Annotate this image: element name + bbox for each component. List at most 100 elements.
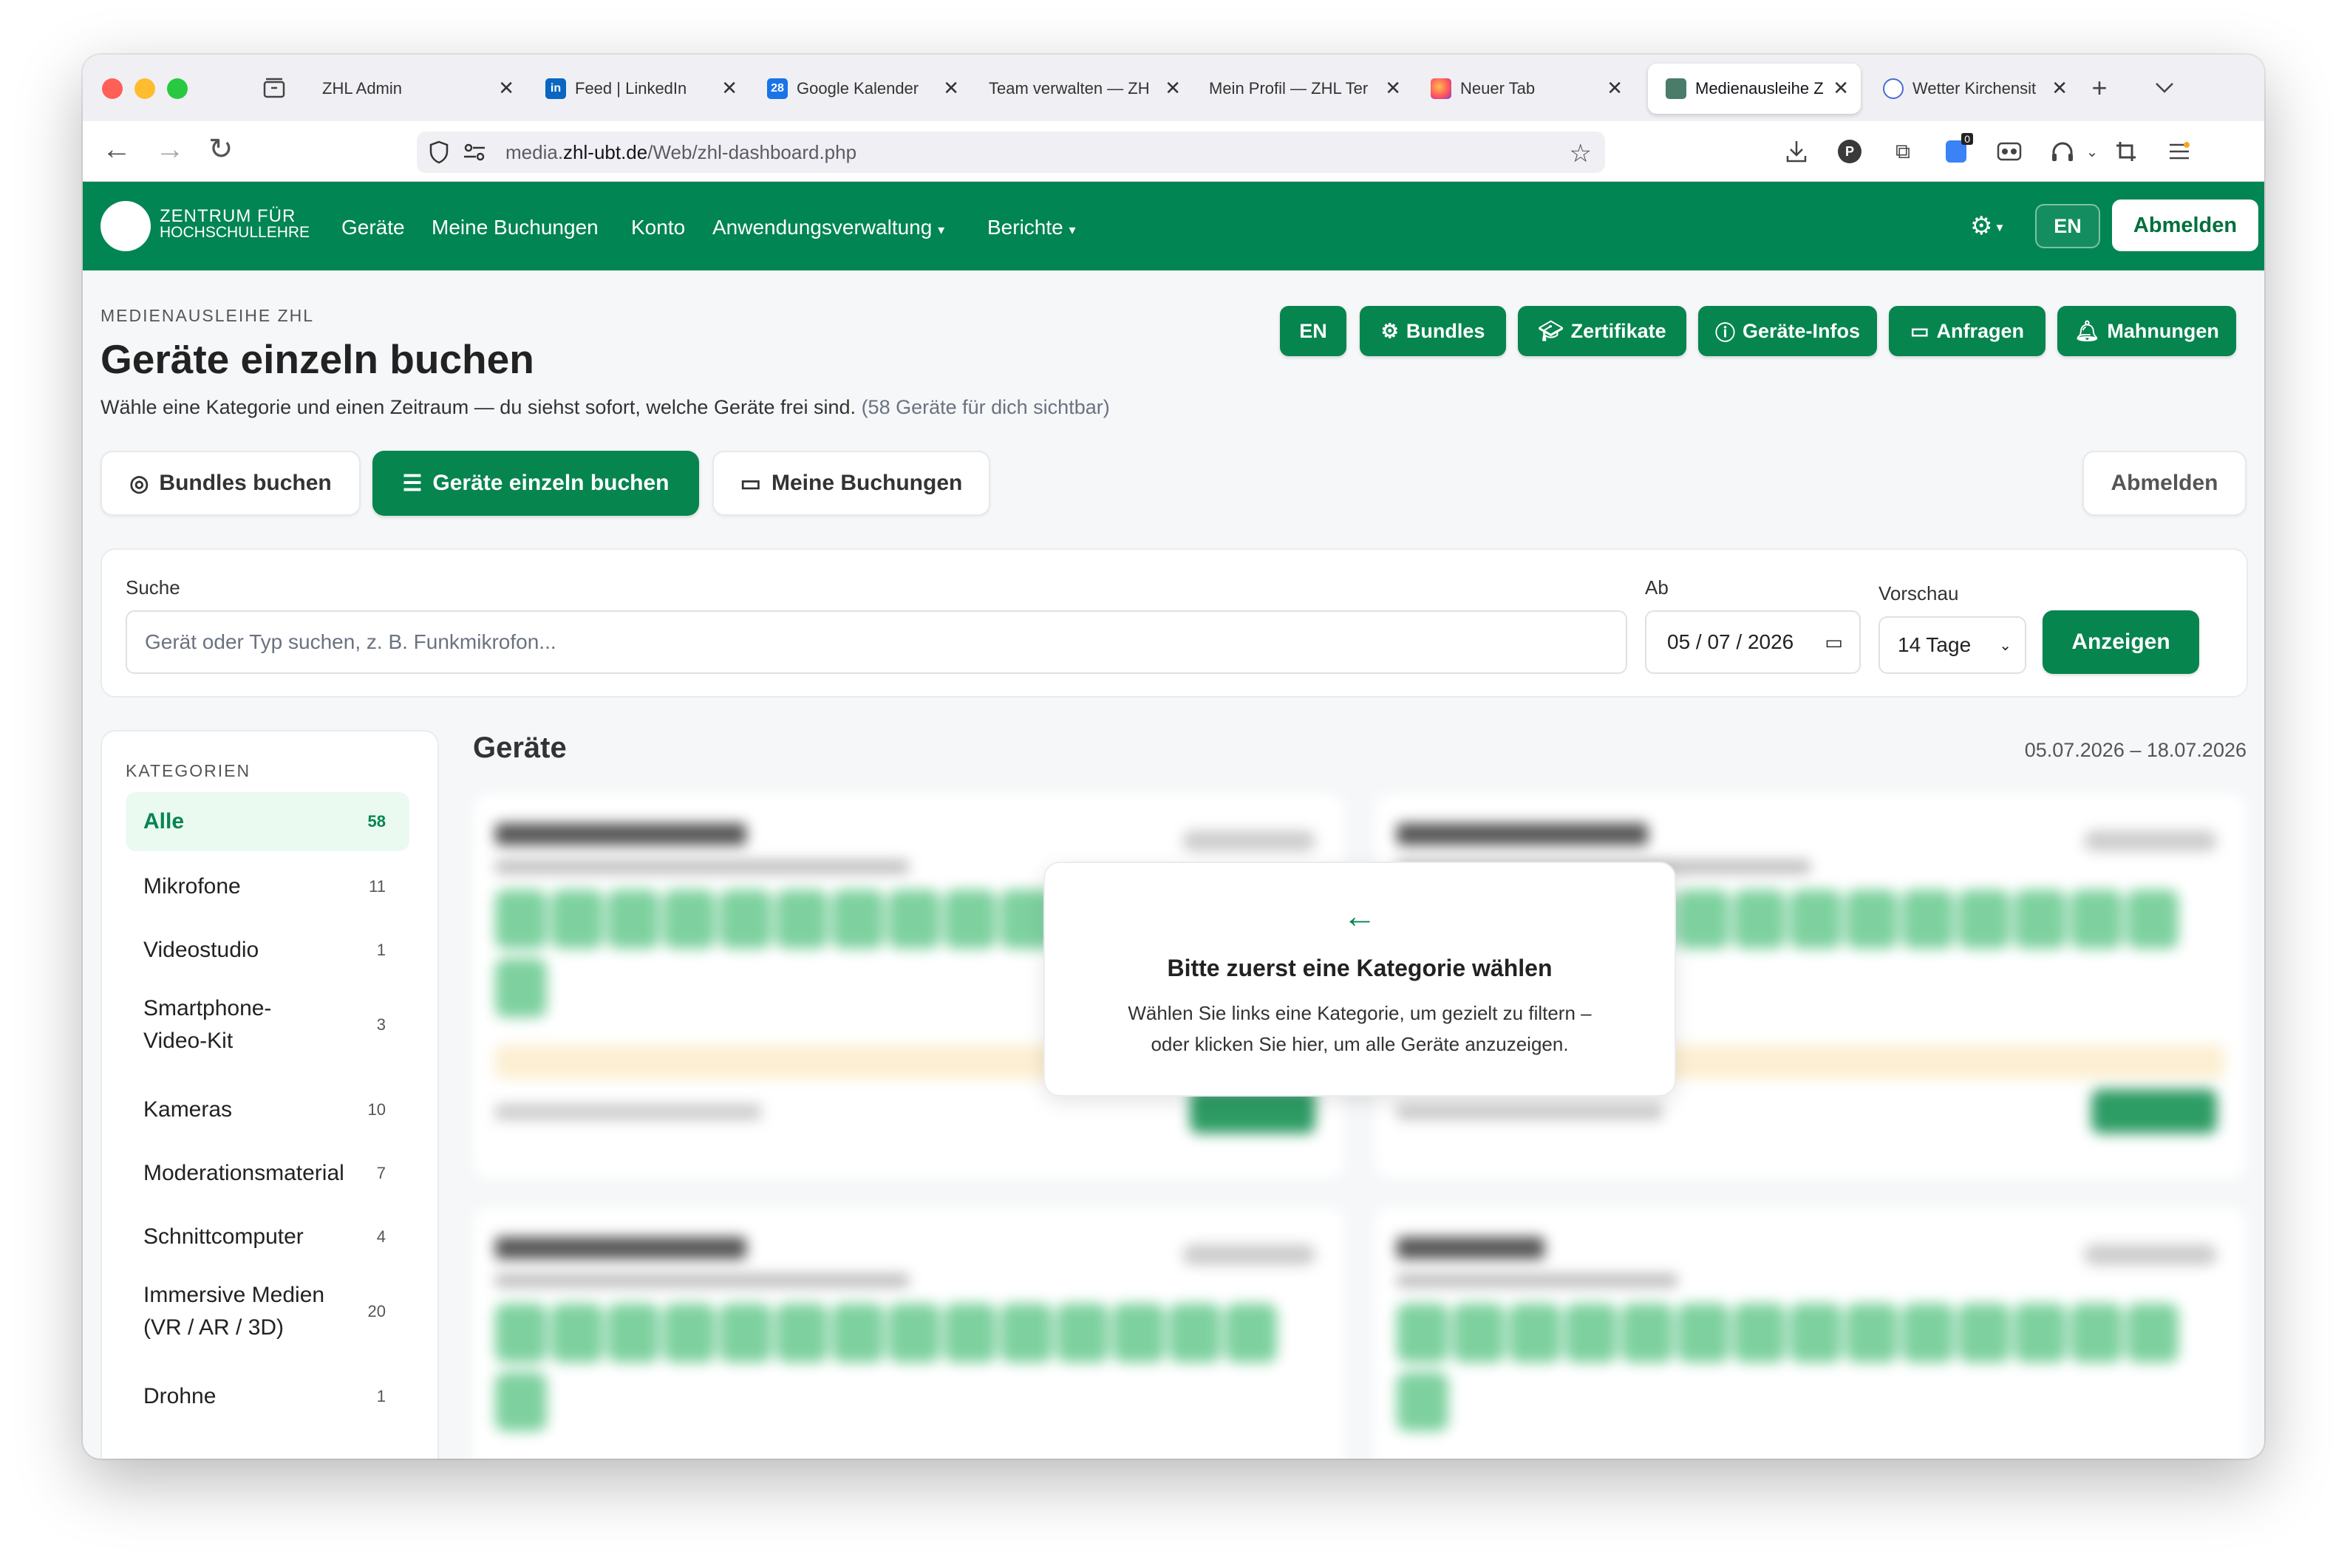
language-button[interactable]: EN: [1280, 306, 1346, 356]
tab-bar: ZHL Admin ✕ in Feed | LinkedIn ✕ 28 Goog…: [83, 55, 2264, 121]
category-name-line-2: (VR / AR / 3D): [143, 1315, 285, 1340]
close-tab-icon[interactable]: ✕: [1607, 77, 1623, 100]
nav-anwendungsverwaltung[interactable]: Anwendungsverwaltung ▾: [712, 216, 944, 239]
category-mikrofone[interactable]: Mikrofone 11: [126, 857, 409, 916]
language-toggle[interactable]: EN: [2035, 204, 2100, 248]
tab-title: Wetter Kirchensit: [1912, 79, 2037, 98]
mode-bundles-button[interactable]: ◎ Bundles buchen: [101, 451, 361, 516]
minimize-window-button[interactable]: [134, 78, 155, 99]
reminders-button[interactable]: 🔔︎ Mahnungen: [2057, 306, 2236, 356]
nav-meine-buchungen[interactable]: Meine Buchungen: [432, 216, 599, 239]
close-tab-icon[interactable]: ✕: [1833, 77, 1849, 100]
category-count: 11: [369, 877, 386, 896]
date-input[interactable]: 05 / 07 / 2026 ▭: [1645, 610, 1861, 674]
url-bar[interactable]: media. zhl-ubt.de/Web/zhl-dashboard.php ☆: [417, 132, 1605, 173]
mode-single-button[interactable]: ☰ Geräte einzeln buchen: [372, 451, 699, 516]
mode-my-bookings-button[interactable]: ▭ Meine Buchungen: [712, 451, 990, 516]
nav-label: Anwendungsverwaltung: [712, 216, 933, 239]
tab-title: Feed | LinkedIn: [575, 79, 687, 98]
preview-select[interactable]: 14 Tage ⌄: [1878, 616, 2026, 674]
tab-google-calendar[interactable]: 28 Google Kalender ✕: [749, 64, 971, 114]
reload-icon[interactable]: ↻: [208, 134, 234, 164]
category-name: Videostudio: [143, 938, 259, 962]
devices-date-range: 05.07.2026 – 18.07.2026: [2024, 739, 2246, 761]
date-label: Ab: [1645, 576, 1669, 599]
tab-neuer-tab[interactable]: Neuer Tab ✕: [1413, 64, 1635, 114]
tab-zhl-admin[interactable]: ZHL Admin ✕: [304, 64, 526, 114]
calendar-icon: ▭: [740, 471, 761, 496]
show-button[interactable]: Anzeigen: [2043, 610, 2199, 674]
category-immersive-medien[interactable]: Immersive Medien (VR / AR / 3D) 20: [126, 1271, 409, 1352]
chevron-down-icon[interactable]: [2150, 74, 2179, 102]
notification-icon[interactable]: 0: [1942, 133, 1973, 166]
category-drohne[interactable]: Drohne 1: [126, 1367, 409, 1426]
close-window-button[interactable]: [102, 78, 123, 99]
category-moderationsmaterial[interactable]: Moderationsmaterial 7: [126, 1144, 409, 1203]
tab-team-verwalten[interactable]: Team verwalten — ZH ✕: [971, 64, 1193, 114]
category-alle[interactable]: Alle 58: [126, 792, 409, 851]
page-subtitle: Wähle eine Kategorie und einen Zeitraum …: [101, 396, 1110, 419]
new-tab-icon[interactable]: +: [2085, 72, 2113, 103]
tab-overview-icon[interactable]: [260, 74, 288, 102]
logout-button[interactable]: Abmelden: [2112, 200, 2258, 251]
category-videostudio[interactable]: Videostudio 1: [126, 921, 409, 980]
choose-category-overlay[interactable]: ← Bitte zuerst eine Kategorie wählen Wäh…: [1043, 862, 1676, 1097]
crop-icon[interactable]: [2112, 137, 2140, 166]
device-info-button[interactable]: ⓘ Geräte-Infos: [1698, 306, 1877, 356]
close-tab-icon[interactable]: ✕: [721, 77, 738, 100]
settings-gear-icon[interactable]: ⚙ ▾: [1970, 211, 2003, 241]
category-smartphone-video-kit[interactable]: Smartphone- Video-Kit 3: [126, 984, 409, 1066]
close-tab-icon[interactable]: ✕: [1165, 77, 1181, 100]
browser-window: ZHL Admin ✕ in Feed | LinkedIn ✕ 28 Goog…: [83, 55, 2264, 1459]
info-icon: ⓘ: [1714, 321, 1735, 344]
tab-title: Mein Profil — ZHL Ter: [1209, 79, 1369, 98]
chevron-down-icon[interactable]: ⌄: [2078, 137, 2106, 166]
requests-button[interactable]: ▭ Anfragen: [1889, 306, 2045, 356]
category-schnittcomputer[interactable]: Schnittcomputer 4: [126, 1207, 409, 1267]
calendar-icon[interactable]: ▭: [1825, 631, 1843, 654]
tab-wetter[interactable]: Wetter Kirchensit ✕: [1865, 64, 2079, 114]
close-tab-icon[interactable]: ✕: [498, 77, 514, 100]
nav-geraete[interactable]: Geräte: [341, 216, 405, 239]
search-input[interactable]: Gerät oder Typ suchen, z. B. Funkmikrofo…: [126, 610, 1627, 674]
category-count: 20: [367, 1302, 386, 1320]
filter-card: Suche Gerät oder Typ suchen, z. B. Funkm…: [101, 548, 2248, 698]
nav-berichte[interactable]: Berichte ▾: [987, 216, 1076, 239]
close-tab-icon[interactable]: ✕: [2051, 77, 2068, 100]
close-tab-icon[interactable]: ✕: [1385, 77, 1401, 100]
logout-secondary-button[interactable]: Abmelden: [2082, 451, 2246, 516]
category-name-line-2: Video-Kit: [143, 1029, 234, 1053]
firefox-icon: [1431, 78, 1451, 99]
category-kameras[interactable]: Kameras 10: [126, 1080, 409, 1139]
logo-line-2: HOCHSCHULLEHRE: [160, 224, 310, 241]
calendar-icon: ▭: [1910, 319, 1929, 342]
tab-linkedin[interactable]: in Feed | LinkedIn ✕: [528, 64, 749, 114]
tab-mein-profil[interactable]: Mein Profil — ZHL Ter ✕: [1191, 64, 1413, 114]
tab-medienausleihe[interactable]: Medienausleihe Z ✕: [1648, 64, 1861, 114]
logo-text[interactable]: ZENTRUM FÜR HOCHSCHULLEHRE: [160, 208, 310, 241]
button-label: Bundles buchen: [159, 471, 332, 495]
download-icon[interactable]: [1782, 137, 1811, 166]
site-settings-icon[interactable]: [463, 142, 486, 168]
headphones-icon[interactable]: [2048, 137, 2077, 166]
close-tab-icon[interactable]: ✕: [943, 77, 959, 100]
category-name: Smartphone- Video-Kit: [143, 992, 271, 1057]
nav-konto[interactable]: Konto: [631, 216, 685, 239]
menu-icon[interactable]: [2165, 137, 2193, 166]
shield-icon[interactable]: [429, 140, 449, 169]
category-name: Alle: [143, 809, 185, 834]
devices-title: Geräte: [473, 732, 567, 764]
logo[interactable]: [101, 201, 151, 251]
linkedin-icon: in: [545, 78, 566, 99]
back-icon[interactable]: ←: [102, 134, 132, 164]
zoom-window-button[interactable]: [167, 78, 188, 99]
bundles-button[interactable]: ⚙ Bundles: [1360, 306, 1506, 356]
forward-icon[interactable]: →: [155, 134, 185, 164]
category-count: 4: [376, 1227, 386, 1246]
certificates-button[interactable]: 🎓︎ Zertifikate: [1518, 306, 1686, 356]
bookmark-star-icon[interactable]: ☆: [1570, 139, 1592, 168]
extensions-icon[interactable]: ⧉: [1889, 137, 1917, 166]
navigation-toolbar: ← → ↻ media. zhl-ubt.de/Web/zhl-dashboard…: [83, 121, 2264, 182]
reader-glasses-icon[interactable]: [1995, 137, 2023, 166]
pocket-icon[interactable]: P: [1836, 137, 1864, 166]
